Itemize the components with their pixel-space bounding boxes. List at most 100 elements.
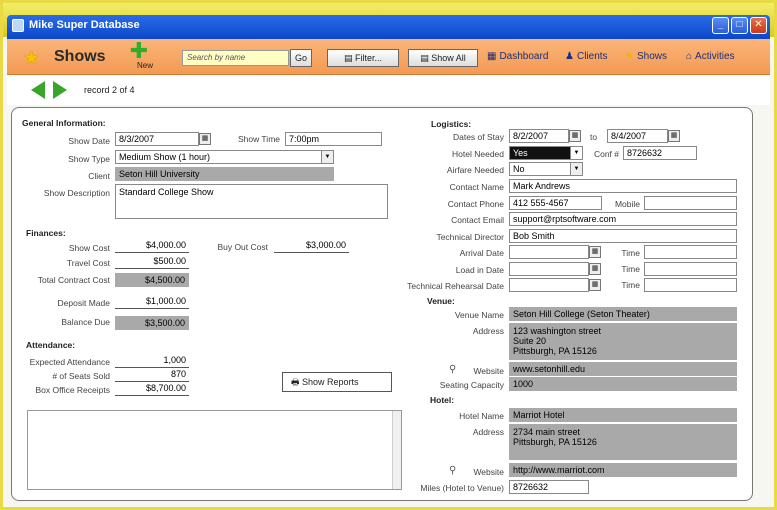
contact-email-field[interactable]: support@rptsoftware.com bbox=[509, 212, 737, 226]
nav-dashboard-label: Dashboard bbox=[499, 51, 549, 62]
contact-name-field[interactable]: Mark Andrews bbox=[509, 179, 737, 193]
expected-attendance-label: Expected Attendance bbox=[29, 357, 110, 367]
nav-shows-label: Shows bbox=[636, 51, 667, 62]
nav-activities-label: Activities bbox=[695, 51, 735, 62]
rehearsal-time-label: Time bbox=[621, 280, 640, 290]
venue-address-line-1: 123 washington street bbox=[513, 326, 602, 336]
arrival-time-label: Time bbox=[621, 248, 640, 258]
chevron-down-icon: ▼ bbox=[570, 147, 582, 159]
star-icon: ★ bbox=[23, 48, 41, 69]
miles-field[interactable]: 8726632 bbox=[509, 480, 589, 494]
previous-record-arrow-icon[interactable] bbox=[31, 81, 45, 99]
filter-button[interactable]: ▤ Filter... bbox=[327, 49, 399, 67]
airfare-needed-value: No bbox=[513, 164, 525, 174]
filter-icon: ▤ bbox=[343, 53, 355, 63]
airfare-needed-label: Airfare Needed bbox=[446, 165, 504, 175]
minimize-button[interactable]: _ bbox=[712, 17, 729, 34]
arrival-date-calendar-icon[interactable]: ▦ bbox=[589, 246, 601, 258]
arrival-time-field[interactable] bbox=[644, 245, 737, 259]
client-field[interactable]: Seton Hill University bbox=[115, 167, 334, 181]
load-in-time-label: Time bbox=[621, 264, 640, 274]
load-in-date-calendar-icon[interactable]: ▦ bbox=[589, 263, 601, 275]
go-button[interactable]: Go bbox=[290, 49, 312, 67]
close-button[interactable]: ✕ bbox=[750, 17, 767, 34]
travel-cost-field[interactable]: $500.00 bbox=[115, 255, 189, 269]
hotel-needed-label: Hotel Needed bbox=[452, 149, 504, 159]
chevron-down-icon: ▼ bbox=[321, 151, 333, 163]
venue-address-field[interactable]: 123 washington street Suite 20 Pittsburg… bbox=[509, 323, 737, 360]
show-type-label: Show Type bbox=[68, 154, 110, 164]
seats-sold-field[interactable]: 870 bbox=[115, 368, 189, 382]
new-button[interactable]: ✚ New bbox=[125, 40, 153, 71]
show-date-field[interactable]: 8/3/2007 bbox=[115, 132, 199, 146]
hotel-name-label: Hotel Name bbox=[459, 411, 504, 421]
link-icon[interactable]: ⚲ bbox=[449, 465, 456, 476]
record-navigator: record 2 of 4 bbox=[7, 75, 770, 105]
box-office-receipts-field[interactable]: $8,700.00 bbox=[115, 382, 189, 396]
stay-from-field[interactable]: 8/2/2007 bbox=[509, 129, 569, 143]
show-cost-label: Show Cost bbox=[68, 243, 110, 253]
show-type-select[interactable]: Medium Show (1 hour) ▼ bbox=[115, 150, 334, 164]
mobile-label: Mobile bbox=[614, 199, 640, 209]
hotel-address-label: Address bbox=[472, 427, 504, 437]
maximize-button[interactable]: □ bbox=[731, 17, 748, 34]
conf-number-field[interactable]: 8726632 bbox=[623, 146, 697, 160]
venue-heading: Venue: bbox=[427, 296, 455, 306]
hotel-name-field[interactable]: Marriot Hotel bbox=[509, 408, 737, 422]
seating-capacity-field[interactable]: 1000 bbox=[509, 377, 737, 391]
buy-out-cost-label: Buy Out Cost bbox=[217, 242, 268, 252]
mobile-field[interactable] bbox=[644, 196, 737, 210]
venue-name-field[interactable]: Seton Hill College (Seton Theater) bbox=[509, 307, 737, 321]
toolbar: ★ Shows ✚ New Search by name Go ▤ Filter… bbox=[7, 39, 770, 75]
show-time-field[interactable]: 7:00pm bbox=[285, 132, 382, 146]
venue-website-label: Website bbox=[473, 366, 504, 376]
notes-scrollbar[interactable] bbox=[392, 411, 401, 489]
arrival-date-field[interactable] bbox=[509, 245, 589, 259]
show-detail-panel: General Information: Show Date 8/3/2007 … bbox=[11, 107, 753, 501]
load-in-date-field[interactable] bbox=[509, 262, 589, 276]
nav-clients[interactable]: ♟ Clients bbox=[565, 51, 608, 62]
stay-to-calendar-icon[interactable]: ▦ bbox=[668, 130, 680, 142]
stay-from-calendar-icon[interactable]: ▦ bbox=[569, 130, 581, 142]
search-input[interactable]: Search by name bbox=[182, 50, 289, 66]
conf-label: Conf # bbox=[593, 149, 619, 159]
hotel-address-field[interactable]: 2734 main street Pittsburgh, PA 15126 bbox=[509, 424, 737, 460]
contact-email-label: Contact Email bbox=[451, 215, 504, 225]
miles-label: Miles (Hotel to Venue) bbox=[420, 483, 504, 493]
technical-director-label: Technical Director bbox=[436, 232, 504, 242]
title-bar: Mike Super Database _ □ ✕ bbox=[7, 15, 770, 39]
link-icon[interactable]: ⚲ bbox=[449, 364, 456, 375]
hotel-needed-select[interactable]: Yes ▼ bbox=[509, 146, 583, 160]
venue-website-field[interactable]: www.setonhill.edu bbox=[509, 362, 737, 376]
show-date-calendar-icon[interactable]: ▦ bbox=[199, 133, 211, 145]
show-all-button[interactable]: ▤ Show All bbox=[408, 49, 478, 67]
technical-director-field[interactable]: Bob Smith bbox=[509, 229, 737, 243]
nav-dashboard[interactable]: ▦ Dashboard bbox=[487, 51, 548, 62]
hotel-website-field[interactable]: http://www.marriot.com bbox=[509, 463, 737, 477]
rehearsal-time-field[interactable] bbox=[644, 278, 737, 292]
show-cost-field[interactable]: $4,000.00 bbox=[115, 239, 189, 253]
rehearsal-date-calendar-icon[interactable]: ▦ bbox=[589, 279, 601, 291]
airfare-needed-select[interactable]: No ▼ bbox=[509, 162, 583, 176]
contact-phone-field[interactable]: 412 555-4567 bbox=[509, 196, 602, 210]
rehearsal-date-field[interactable] bbox=[509, 278, 589, 292]
attendance-heading: Attendance: bbox=[26, 340, 76, 350]
buy-out-cost-field[interactable]: $3,000.00 bbox=[274, 239, 349, 253]
app-icon bbox=[12, 19, 24, 32]
general-heading: General Information: bbox=[22, 118, 106, 128]
expected-attendance-field[interactable]: 1,000 bbox=[115, 354, 189, 368]
nav-activities[interactable]: ⌂ Activities bbox=[686, 51, 735, 62]
notes-textarea[interactable] bbox=[27, 410, 402, 490]
deposit-made-field[interactable]: $1,000.00 bbox=[115, 295, 189, 309]
show-reports-button[interactable]: 🖶 Show Reports bbox=[282, 372, 392, 392]
show-description-field[interactable]: Standard College Show bbox=[115, 184, 388, 219]
nav-shows[interactable]: ★ Shows bbox=[625, 51, 667, 62]
technical-rehearsal-date-label: Technical Rehearsal Date bbox=[407, 281, 504, 291]
load-in-time-field[interactable] bbox=[644, 262, 737, 276]
seating-capacity-label: Seating Capacity bbox=[439, 380, 504, 390]
box-office-receipts-label: Box Office Receipts bbox=[35, 385, 111, 395]
nav-clients-label: Clients bbox=[576, 51, 608, 62]
balance-due-field: $3,500.00 bbox=[115, 316, 189, 330]
stay-to-field[interactable]: 8/4/2007 bbox=[607, 129, 668, 143]
next-record-arrow-icon[interactable] bbox=[53, 81, 67, 99]
